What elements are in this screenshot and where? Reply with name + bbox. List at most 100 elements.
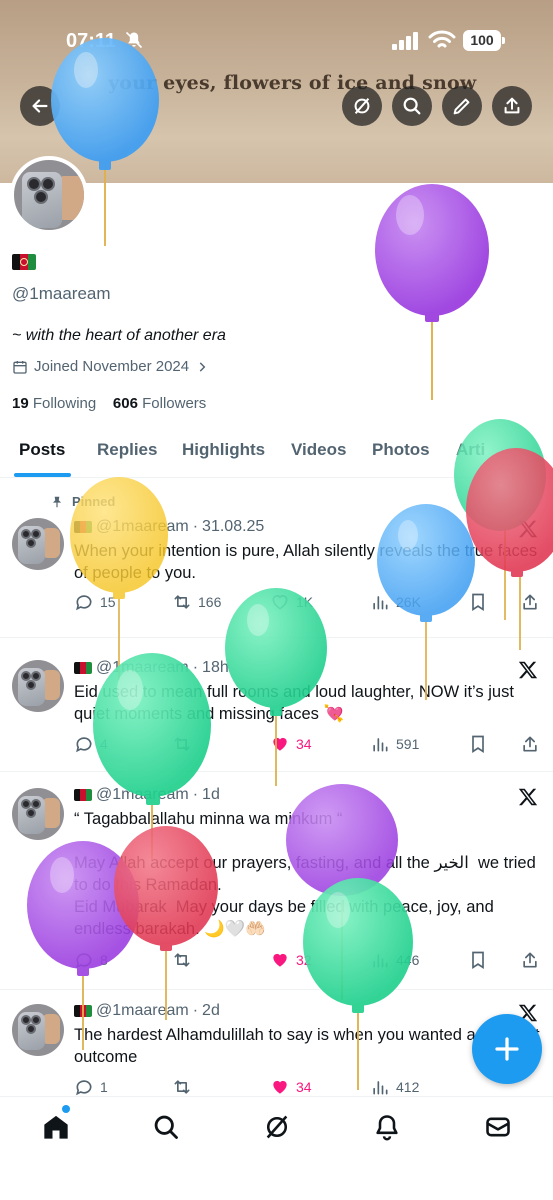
share-tweet-button[interactable]: [520, 734, 540, 754]
followers-link[interactable]: 606 Followers: [113, 395, 206, 412]
tweet-handle[interactable]: @1maaream: [96, 518, 189, 536]
afghanistan-flag-icon: [74, 521, 92, 533]
tweet-handle[interactable]: @1maaream: [96, 1002, 189, 1020]
like-count: 32: [296, 952, 312, 968]
reply-button[interactable]: 4: [74, 734, 108, 754]
views-count: 412: [396, 1079, 420, 1095]
following-link[interactable]: 19 Following: [12, 395, 96, 412]
tweet-handle[interactable]: @1maaream: [96, 659, 189, 677]
home-icon[interactable]: [42, 1113, 70, 1141]
messages-icon[interactable]: [484, 1113, 512, 1141]
bookmark-button[interactable]: [468, 734, 488, 754]
like-button[interactable]: 34: [270, 734, 312, 754]
balloon: [375, 184, 489, 400]
like-count: 1K: [296, 594, 314, 610]
edit-icon: [453, 98, 470, 115]
repost-button[interactable]: 166: [172, 592, 221, 612]
views-icon: [373, 738, 388, 752]
share-tweet-button[interactable]: [520, 592, 540, 612]
back-arrow-icon: [32, 99, 48, 113]
reply-button[interactable]: 1: [74, 1077, 108, 1097]
like-count: 34: [296, 736, 312, 752]
following-count: 19: [12, 395, 29, 412]
reply-button[interactable]: 15: [74, 592, 116, 612]
x-logo-icon: [518, 661, 538, 679]
afghanistan-flag-icon: [74, 789, 92, 801]
home-notification-dot: [62, 1105, 70, 1113]
like-button[interactable]: 1K: [270, 592, 313, 612]
tweet-handle[interactable]: @1maaream: [96, 786, 189, 804]
tweet-time[interactable]: 31.08.25: [202, 518, 264, 536]
share-tweet-button[interactable]: [520, 950, 540, 970]
afghanistan-flag-icon: [74, 1005, 92, 1017]
like-button[interactable]: 32: [270, 950, 312, 970]
tab-replies[interactable]: Replies: [97, 440, 157, 460]
views-button[interactable]: 591: [370, 734, 419, 754]
signal-icon: [392, 32, 418, 50]
bookmark-icon: [472, 593, 484, 612]
repost-button[interactable]: [172, 734, 192, 754]
share-icon: [504, 97, 520, 114]
grok-button[interactable]: [342, 86, 382, 126]
grok-icon[interactable]: [263, 1113, 291, 1141]
views-button[interactable]: 412: [370, 1077, 419, 1097]
profile-tabs: Posts Replies Highlights Videos Photos A…: [0, 428, 553, 478]
tweet-time[interactable]: 1d: [202, 786, 220, 804]
bookmark-button[interactable]: [468, 950, 488, 970]
tab-articles[interactable]: Arti: [456, 440, 485, 460]
grok-icon: [354, 98, 370, 114]
compose-post-button[interactable]: [472, 1014, 542, 1084]
share-button[interactable]: [492, 86, 532, 126]
bell-off-icon: [125, 31, 143, 49]
tweet[interactable]: @1maaream · 2d The hardest Alhamdulillah t…: [0, 990, 553, 1096]
views-button[interactable]: 26K: [370, 592, 421, 612]
views-icon: [373, 954, 388, 968]
tweet-avatar[interactable]: [12, 1004, 64, 1056]
views-icon: [373, 1081, 388, 1095]
calendar-icon: [13, 360, 27, 374]
like-button[interactable]: 34: [270, 1077, 312, 1097]
afghanistan-flag-icon: [74, 662, 92, 674]
tweet-header: @1maaream · 18h: [74, 659, 229, 677]
reply-count: 1: [100, 1079, 108, 1095]
bookmark-button[interactable]: [468, 592, 488, 612]
profile-banner: your eyes, flowers of ice and snow 07:11…: [0, 0, 553, 183]
tweet-time[interactable]: 2d: [202, 1002, 220, 1020]
edit-button[interactable]: [442, 86, 482, 126]
joined-date[interactable]: Joined November 2024: [12, 358, 209, 375]
tweet-avatar[interactable]: [12, 660, 64, 712]
tab-posts[interactable]: Posts: [19, 440, 65, 460]
tab-videos[interactable]: Videos: [291, 440, 346, 460]
tab-highlights[interactable]: Highlights: [182, 440, 265, 460]
share-icon: [523, 736, 537, 752]
tweet-pinned[interactable]: Pinned @1maaream · 31.08.25 When your inte…: [0, 478, 553, 638]
x-logo-icon: [518, 788, 538, 806]
views-count: 446: [396, 952, 420, 968]
repost-count: 166: [198, 594, 222, 610]
share-icon: [523, 952, 537, 968]
tweet[interactable]: @1maaream · 18h Eid used to mean full room…: [0, 638, 553, 772]
repost-button[interactable]: [172, 1077, 192, 1097]
profile-bio: ~ with the heart of another era: [12, 327, 226, 344]
repost-button[interactable]: [172, 950, 192, 970]
repost-icon: [174, 737, 190, 751]
notifications-icon[interactable]: [373, 1113, 401, 1141]
tab-photos[interactable]: Photos: [372, 440, 430, 460]
back-button[interactable]: [20, 86, 60, 126]
avatar-phone: [22, 172, 62, 228]
tweet-avatar[interactable]: [12, 788, 64, 840]
tweet-avatar[interactable]: [12, 518, 64, 570]
reply-icon: [76, 953, 92, 969]
tweet-text: When your intention is pure, Allah silen…: [74, 542, 538, 582]
search-button[interactable]: [392, 86, 432, 126]
followers-label: Followers: [142, 395, 207, 412]
tweet[interactable]: @1maaream · 1d “ Tagabbalallahu minna wa m…: [0, 772, 553, 990]
profile-avatar[interactable]: [10, 156, 88, 234]
search-icon[interactable]: [152, 1113, 180, 1141]
tweet-time[interactable]: 18h: [202, 659, 229, 677]
status-time: 07:11: [66, 30, 117, 52]
tweet-header: @1maaream · 2d: [74, 1002, 220, 1020]
views-button[interactable]: 446: [370, 950, 419, 970]
heart-icon: [272, 595, 288, 610]
reply-button[interactable]: 8: [74, 950, 108, 970]
